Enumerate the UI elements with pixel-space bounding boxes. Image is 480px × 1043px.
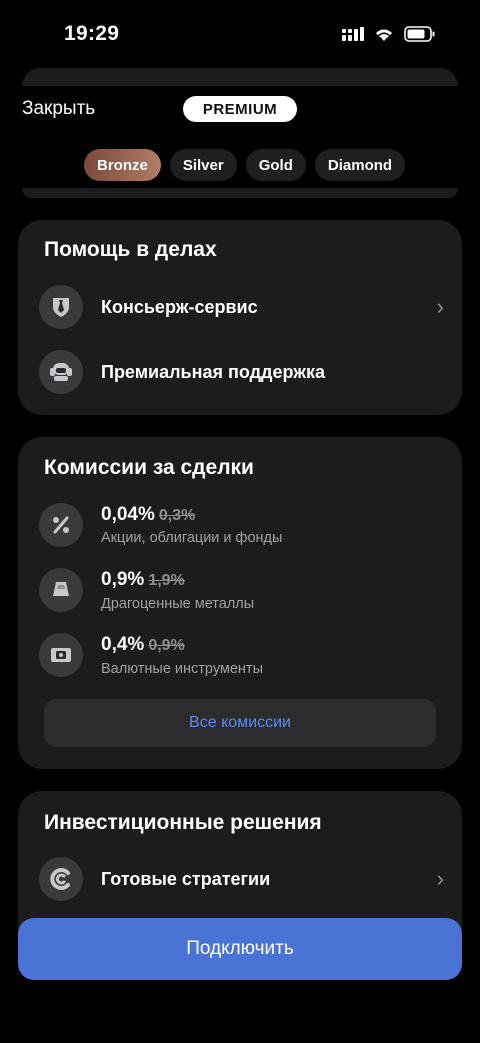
status-time: 19:29 xyxy=(64,22,120,45)
tier-bronze[interactable]: Bronze xyxy=(84,149,161,181)
all-fees-button[interactable]: Все комиссии xyxy=(44,699,436,747)
help-card: Помощь в делах Консьерж-сервис › Премиал… xyxy=(18,220,462,415)
tier-diamond[interactable]: Diamond xyxy=(314,149,406,181)
strategy-icon xyxy=(39,857,83,901)
signal-icon xyxy=(342,27,364,41)
fee-currency-old: 0,9% xyxy=(148,637,185,654)
fee-currency-desc: Валютные инструменты xyxy=(101,661,264,677)
percent-icon xyxy=(39,503,83,547)
invest-title: Инвестиционные решения xyxy=(44,811,322,834)
fee-currency-value: 0,4% xyxy=(101,634,145,655)
fee-stocks-desc: Акции, облигации и фонды xyxy=(101,530,283,546)
banknote-icon xyxy=(39,633,83,677)
battery-icon xyxy=(404,26,435,42)
premium-badge: PREMIUM xyxy=(183,96,297,122)
support-icon xyxy=(39,350,83,394)
gold-bar-icon xyxy=(39,568,83,612)
wifi-icon xyxy=(376,29,392,41)
fee-stocks-value: 0,04% xyxy=(101,504,155,525)
fees-title: Комиссии за сделки xyxy=(44,456,254,479)
connect-button[interactable]: Подключить xyxy=(18,918,462,980)
tier-silver[interactable]: Silver xyxy=(169,149,237,181)
tie-icon xyxy=(39,285,83,329)
chevron-right-icon: › xyxy=(436,294,444,319)
close-button[interactable]: Закрыть xyxy=(22,98,95,120)
fee-stocks-old: 0,3% xyxy=(158,507,196,524)
concierge-label: Консьерж-сервис xyxy=(101,297,258,317)
chevron-right-icon: › xyxy=(436,866,444,891)
tier-selector: Bronze Silver Gold Diamond xyxy=(84,149,406,181)
fee-metals-value: 0,9% xyxy=(101,569,145,590)
fee-stocks: 0,04% 0,3% xyxy=(101,504,195,526)
strategies-label: Готовые стратегии xyxy=(101,869,271,889)
support-label: Премиальная поддержка xyxy=(101,362,326,382)
fee-metals-old: 1,9% xyxy=(148,572,185,589)
tier-gold[interactable]: Gold xyxy=(245,149,306,181)
help-title: Помощь в делах xyxy=(44,238,217,261)
status-icons xyxy=(342,26,436,42)
fee-currency: 0,4% 0,9% xyxy=(101,634,185,656)
fee-metals-desc: Драгоценные металлы xyxy=(101,596,255,612)
fee-metals: 0,9% 1,9% xyxy=(101,569,185,591)
card-edge-bottom xyxy=(22,188,458,198)
fees-card: Комиссии за сделки 0,04% 0,3% Акции, обли… xyxy=(18,437,462,769)
